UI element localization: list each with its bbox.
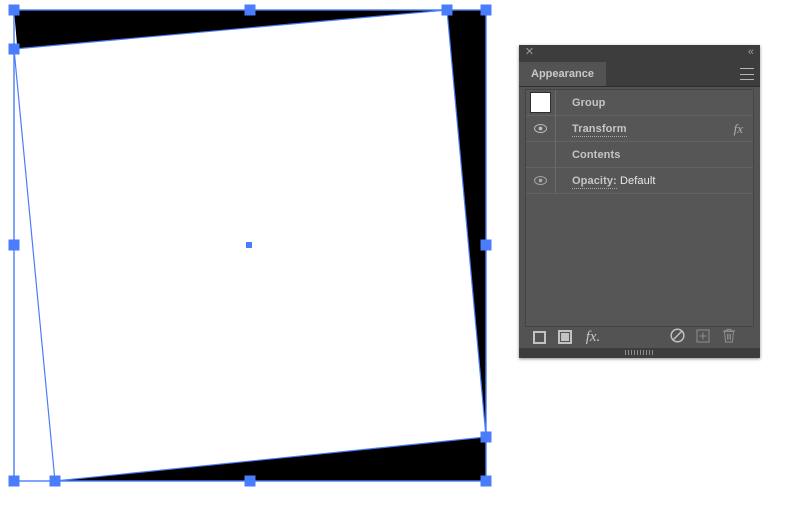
appearance-row-label: Opacity: Default <box>556 174 656 189</box>
add-new-effect-button[interactable]: fx. <box>581 327 605 347</box>
appearance-panel[interactable]: ✕ « Appearance Group Transform fx Conten… <box>519 45 760 358</box>
opacity-value[interactable]: Default <box>620 175 656 187</box>
opacity-label-text[interactable]: Opacity: <box>572 174 617 189</box>
panel-footer <box>519 348 760 358</box>
duplicate-selected-item-icon <box>696 329 710 346</box>
handle-top-right[interactable] <box>480 4 492 16</box>
appearance-panel-toolbar: fx. <box>519 327 760 348</box>
clear-appearance-icon <box>669 328 685 346</box>
handle-middle-right[interactable] <box>480 239 492 251</box>
eye-icon[interactable] <box>534 176 547 185</box>
add-new-effect-fx-icon: fx. <box>585 328 601 345</box>
tab-appearance-label: Appearance <box>531 68 594 80</box>
transform-label-text[interactable]: Transform <box>572 122 627 137</box>
handle-top-center[interactable] <box>244 4 256 16</box>
appearance-row-contents[interactable]: Contents <box>526 142 753 168</box>
handle-middle-left[interactable] <box>8 239 20 251</box>
appearance-row-label: Transform <box>556 122 627 137</box>
appearance-row-label: Contents <box>572 148 621 161</box>
add-new-stroke-icon <box>532 330 546 344</box>
handle-top-left[interactable] <box>8 4 20 16</box>
artwork-svg <box>8 4 492 487</box>
appearance-row-opacity[interactable]: Opacity: Default <box>526 168 753 194</box>
appearance-row-group[interactable]: Group <box>526 90 753 116</box>
eye-icon[interactable] <box>534 124 547 133</box>
collapse-to-icons-icon[interactable]: « <box>748 46 754 59</box>
clear-appearance-button[interactable] <box>667 327 687 347</box>
duplicate-selected-item-button[interactable] <box>693 327 713 347</box>
panel-titlebar: ✕ « <box>519 45 760 62</box>
appearance-items-list[interactable]: Group Transform fx Contents Opacity: Def… <box>525 89 754 327</box>
anchor-top[interactable] <box>441 4 453 16</box>
fill-color-swatch[interactable] <box>530 92 551 113</box>
visibility-toggle-opacity[interactable] <box>526 168 556 193</box>
anchor-right[interactable] <box>480 431 492 443</box>
handle-bottom-right[interactable] <box>480 475 492 487</box>
panel-menu-icon[interactable] <box>740 68 754 80</box>
appearance-row-transform[interactable]: Transform fx <box>526 116 753 142</box>
visibility-spacer-contents <box>526 142 556 167</box>
add-new-fill-icon <box>558 330 572 344</box>
panel-tabstrip: Appearance <box>519 62 760 87</box>
anchor-left[interactable] <box>8 43 20 55</box>
delete-selected-item-button[interactable] <box>719 327 739 347</box>
visibility-toggle-transform[interactable] <box>526 116 556 141</box>
add-new-fill-button[interactable] <box>555 327 575 347</box>
handle-bottom-center[interactable] <box>244 475 256 487</box>
delete-selected-item-icon <box>722 328 736 346</box>
close-icon[interactable]: ✕ <box>524 47 535 58</box>
tab-appearance[interactable]: Appearance <box>519 62 606 86</box>
anchor-bottom[interactable] <box>49 475 61 487</box>
resize-grip-icon[interactable] <box>624 350 655 355</box>
handle-bottom-left[interactable] <box>8 475 20 487</box>
effect-fx-icon[interactable]: fx <box>734 121 743 137</box>
artboard-canvas[interactable] <box>0 0 519 521</box>
add-new-stroke-button[interactable] <box>529 327 549 347</box>
transform-center-point[interactable] <box>246 242 252 248</box>
appearance-row-label: Group <box>572 96 606 109</box>
group-swatch-cell[interactable] <box>526 90 556 115</box>
